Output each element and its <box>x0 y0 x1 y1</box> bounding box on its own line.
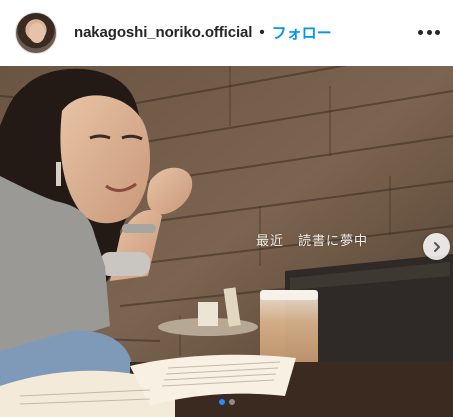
carousel-dot-1 <box>218 399 225 405</box>
carousel-indicators <box>0 399 453 407</box>
post-header: nakagoshi_noriko.official • フォロー <box>0 0 453 66</box>
header-row: nakagoshi_noriko.official • フォロー <box>74 21 332 43</box>
carousel-dot-2 <box>228 399 235 405</box>
small-cup <box>198 302 218 326</box>
more-dot-1 <box>418 29 423 35</box>
username-link[interactable]: nakagoshi_noriko.official <box>74 24 252 41</box>
bracelet-silver <box>100 252 150 276</box>
post-image[interactable]: 最近 読書に夢中 <box>0 66 453 417</box>
photo-illustration <box>0 66 453 417</box>
next-slide-button[interactable] <box>423 233 450 260</box>
follow-button[interactable]: フォロー <box>272 22 332 43</box>
chevron-right-icon <box>433 241 440 252</box>
more-dot-3 <box>435 29 440 35</box>
separator-dot: • <box>259 23 265 41</box>
bracelet-thin <box>122 224 156 233</box>
image-overlay-text: 最近 読書に夢中 <box>256 234 369 249</box>
latte-foam <box>260 290 318 300</box>
earring <box>56 162 61 186</box>
more-dot-2 <box>426 29 432 35</box>
profile-avatar[interactable] <box>15 12 57 54</box>
more-options-icon[interactable] <box>418 24 440 40</box>
avatar-face <box>29 23 45 43</box>
